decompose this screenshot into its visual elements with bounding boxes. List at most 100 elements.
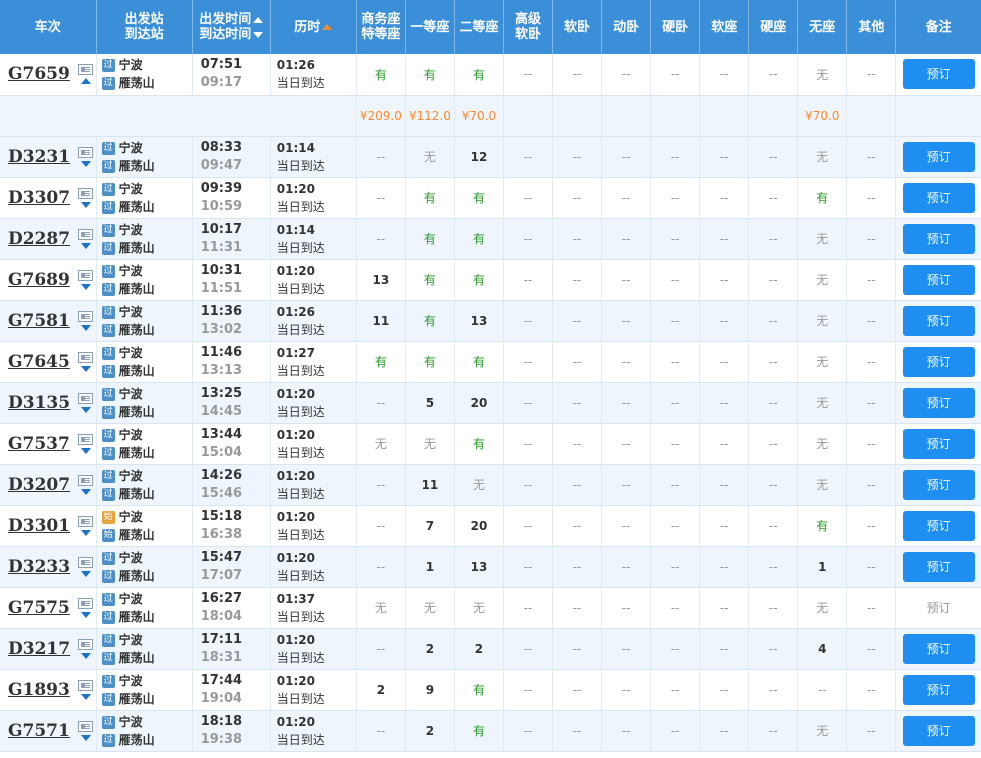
book-button[interactable]: 预订 xyxy=(902,223,975,254)
book-button[interactable]: 预订 xyxy=(902,715,975,746)
expand-icon[interactable] xyxy=(80,160,91,167)
train-number-link[interactable]: D3231 xyxy=(8,147,70,167)
expand-icon[interactable] xyxy=(80,365,91,372)
id-card-icon[interactable] xyxy=(77,679,93,691)
header-duration[interactable]: 历时 xyxy=(270,0,357,54)
seat-cell: -- xyxy=(356,177,406,219)
book-button[interactable]: 预订 xyxy=(902,59,975,90)
train-number-link[interactable]: G7659 xyxy=(8,64,70,84)
time-cell: 10:17 11:31 xyxy=(192,218,271,260)
expand-icon[interactable] xyxy=(80,529,91,536)
duration: 01:20 xyxy=(276,427,315,442)
train-cell: G7537 xyxy=(0,423,97,465)
time-cell: 13:25 14:45 xyxy=(192,382,271,424)
header-time[interactable]: 出发时间 到达时间 xyxy=(192,0,271,54)
to-station: 雁荡山 xyxy=(118,486,155,501)
station-type-badge: 过 xyxy=(101,405,115,419)
id-card-icon[interactable] xyxy=(77,187,93,199)
id-card-icon[interactable] xyxy=(77,474,93,486)
seat-availability: -- xyxy=(376,477,386,492)
book-button[interactable]: 预订 xyxy=(902,346,975,377)
collapse-icon[interactable] xyxy=(80,78,91,85)
expand-icon[interactable] xyxy=(80,652,91,659)
id-card-icon[interactable] xyxy=(77,720,93,732)
note-cell: 预订 xyxy=(895,218,981,260)
id-card-icon[interactable] xyxy=(77,228,93,240)
station-type-badge: 过 xyxy=(101,551,115,565)
id-card-icon[interactable] xyxy=(77,597,93,609)
id-card-icon[interactable] xyxy=(77,556,93,568)
seat-availability: 11 xyxy=(372,313,390,328)
train-number-link[interactable]: G7575 xyxy=(8,598,70,618)
seat-cell: -- xyxy=(503,423,554,465)
book-button[interactable]: 预订 xyxy=(902,141,975,172)
train-number-link[interactable]: D3301 xyxy=(8,516,70,536)
station-type-badge: 过 xyxy=(101,592,115,606)
train-number-link[interactable]: D3217 xyxy=(8,639,70,659)
train-number-link[interactable]: G7537 xyxy=(8,434,70,454)
seat-cell: -- xyxy=(356,136,406,178)
train-number-link[interactable]: G7581 xyxy=(8,311,70,331)
arrival-day: 当日到达 xyxy=(276,404,325,419)
duration-cell: 01:14 当日到达 xyxy=(270,218,357,260)
train-cell: D2287 xyxy=(0,218,97,260)
departure-time: 18:18 xyxy=(200,713,243,729)
expand-icon[interactable] xyxy=(80,324,91,331)
seat-availability: -- xyxy=(867,682,876,697)
train-number-link[interactable]: D3233 xyxy=(8,557,70,577)
station-type-badge: 过 xyxy=(101,446,115,460)
id-card-icon[interactable] xyxy=(77,351,93,363)
seat-cell: -- xyxy=(601,546,652,588)
book-button[interactable]: 预订 xyxy=(902,182,975,213)
train-number-link[interactable]: D3207 xyxy=(8,475,70,495)
id-card-icon[interactable] xyxy=(77,64,93,76)
book-button[interactable]: 预订 xyxy=(902,510,975,541)
book-button[interactable]: 预订 xyxy=(902,551,975,582)
book-button[interactable]: 预订 xyxy=(902,264,975,295)
note-cell: 预订 xyxy=(895,382,981,424)
expand-icon[interactable] xyxy=(80,570,91,577)
expand-icon[interactable] xyxy=(80,447,91,454)
seat-availability: -- xyxy=(719,641,729,656)
seat-cell: 有 xyxy=(454,177,504,219)
book-button[interactable]: 预订 xyxy=(902,469,975,500)
id-card-icon[interactable] xyxy=(77,433,93,445)
book-button[interactable]: 预订 xyxy=(902,305,975,336)
expand-icon[interactable] xyxy=(80,201,91,208)
expand-icon[interactable] xyxy=(80,406,91,413)
sort-desc-icon[interactable] xyxy=(253,31,264,38)
id-card-icon[interactable] xyxy=(77,392,93,404)
id-card-icon[interactable] xyxy=(77,269,93,281)
station-cell: 过宁波 过雁荡山 xyxy=(96,341,193,383)
arrival-time: 18:31 xyxy=(200,649,243,665)
book-button[interactable]: 预订 xyxy=(902,674,975,705)
book-button[interactable]: 预订 xyxy=(902,428,975,459)
train-number-link[interactable]: G7571 xyxy=(8,721,70,741)
train-number-link[interactable]: G7689 xyxy=(8,270,70,290)
train-number-link[interactable]: D3135 xyxy=(8,393,70,413)
id-card-icon[interactable] xyxy=(77,638,93,650)
seat-cell: -- xyxy=(699,423,750,465)
book-button[interactable]: 预订 xyxy=(902,387,975,418)
train-number-link[interactable]: D3307 xyxy=(8,188,70,208)
seat-availability: -- xyxy=(572,600,582,615)
expand-icon[interactable] xyxy=(80,488,91,495)
seat-cell: 13 xyxy=(356,259,406,301)
seat-availability: -- xyxy=(670,436,680,451)
seat-availability: -- xyxy=(867,67,876,82)
train-number-link[interactable]: D2287 xyxy=(8,229,70,249)
id-card-icon[interactable] xyxy=(77,146,93,158)
expand-icon[interactable] xyxy=(80,611,91,618)
expand-icon[interactable] xyxy=(80,242,91,249)
book-button[interactable]: 预订 xyxy=(902,633,975,664)
train-number-link[interactable]: G1893 xyxy=(8,680,70,700)
seat-cell: -- xyxy=(552,464,603,506)
sort-asc-icon[interactable] xyxy=(253,16,264,23)
expand-icon[interactable] xyxy=(80,283,91,290)
id-card-icon[interactable] xyxy=(77,310,93,322)
expand-icon[interactable] xyxy=(80,734,91,741)
expand-icon[interactable] xyxy=(80,693,91,700)
train-number-link[interactable]: G7645 xyxy=(8,352,70,372)
id-card-icon[interactable] xyxy=(77,515,93,527)
seat-availability: -- xyxy=(867,272,876,287)
